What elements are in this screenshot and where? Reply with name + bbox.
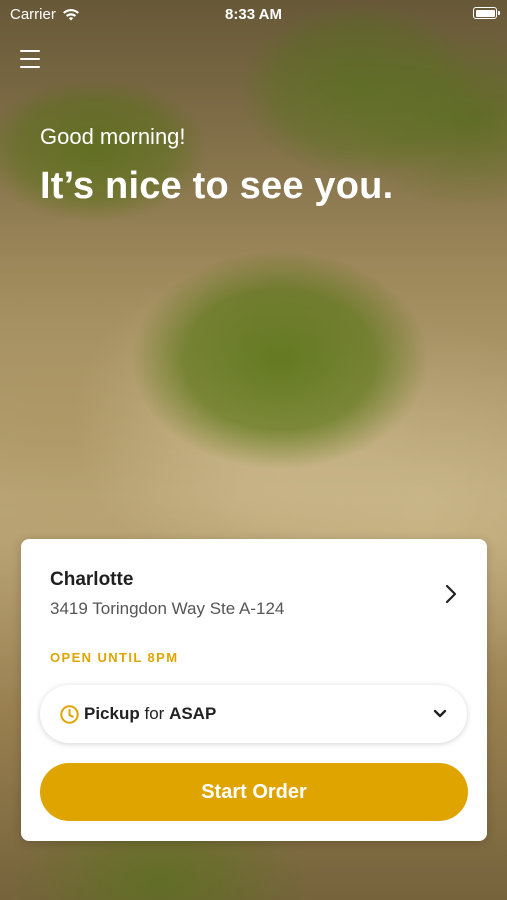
chevron-right-icon: [445, 584, 457, 604]
clock-icon: [60, 705, 79, 724]
start-order-button[interactable]: Start Order: [40, 763, 468, 821]
chevron-down-icon: [433, 709, 447, 718]
pickup-method: Pickup: [84, 704, 140, 723]
headline-text: It’s nice to see you.: [40, 165, 394, 207]
pickup-text: Pickup for ASAP: [84, 704, 216, 724]
battery-icon: [473, 7, 500, 19]
greeting-text: Good morning!: [40, 124, 186, 149]
pickup-connector: for: [144, 704, 165, 723]
open-status-label: OPEN UNTIL 8PM: [50, 650, 179, 665]
hamburger-menu-icon[interactable]: [20, 50, 40, 68]
status-time: 8:33 AM: [225, 6, 282, 23]
location-selector[interactable]: Charlotte 3419 Toringdon Way Ste A-124: [21, 539, 487, 639]
location-address: 3419 Toringdon Way Ste A-124: [50, 599, 285, 618]
pickup-time: ASAP: [169, 704, 217, 723]
pickup-time-selector[interactable]: Pickup for ASAP: [40, 685, 467, 743]
location-name: Charlotte: [50, 569, 134, 590]
location-card: Charlotte 3419 Toringdon Way Ste A-124 O…: [21, 539, 487, 841]
status-bar: Carrier 8:33 AM: [0, 0, 507, 28]
